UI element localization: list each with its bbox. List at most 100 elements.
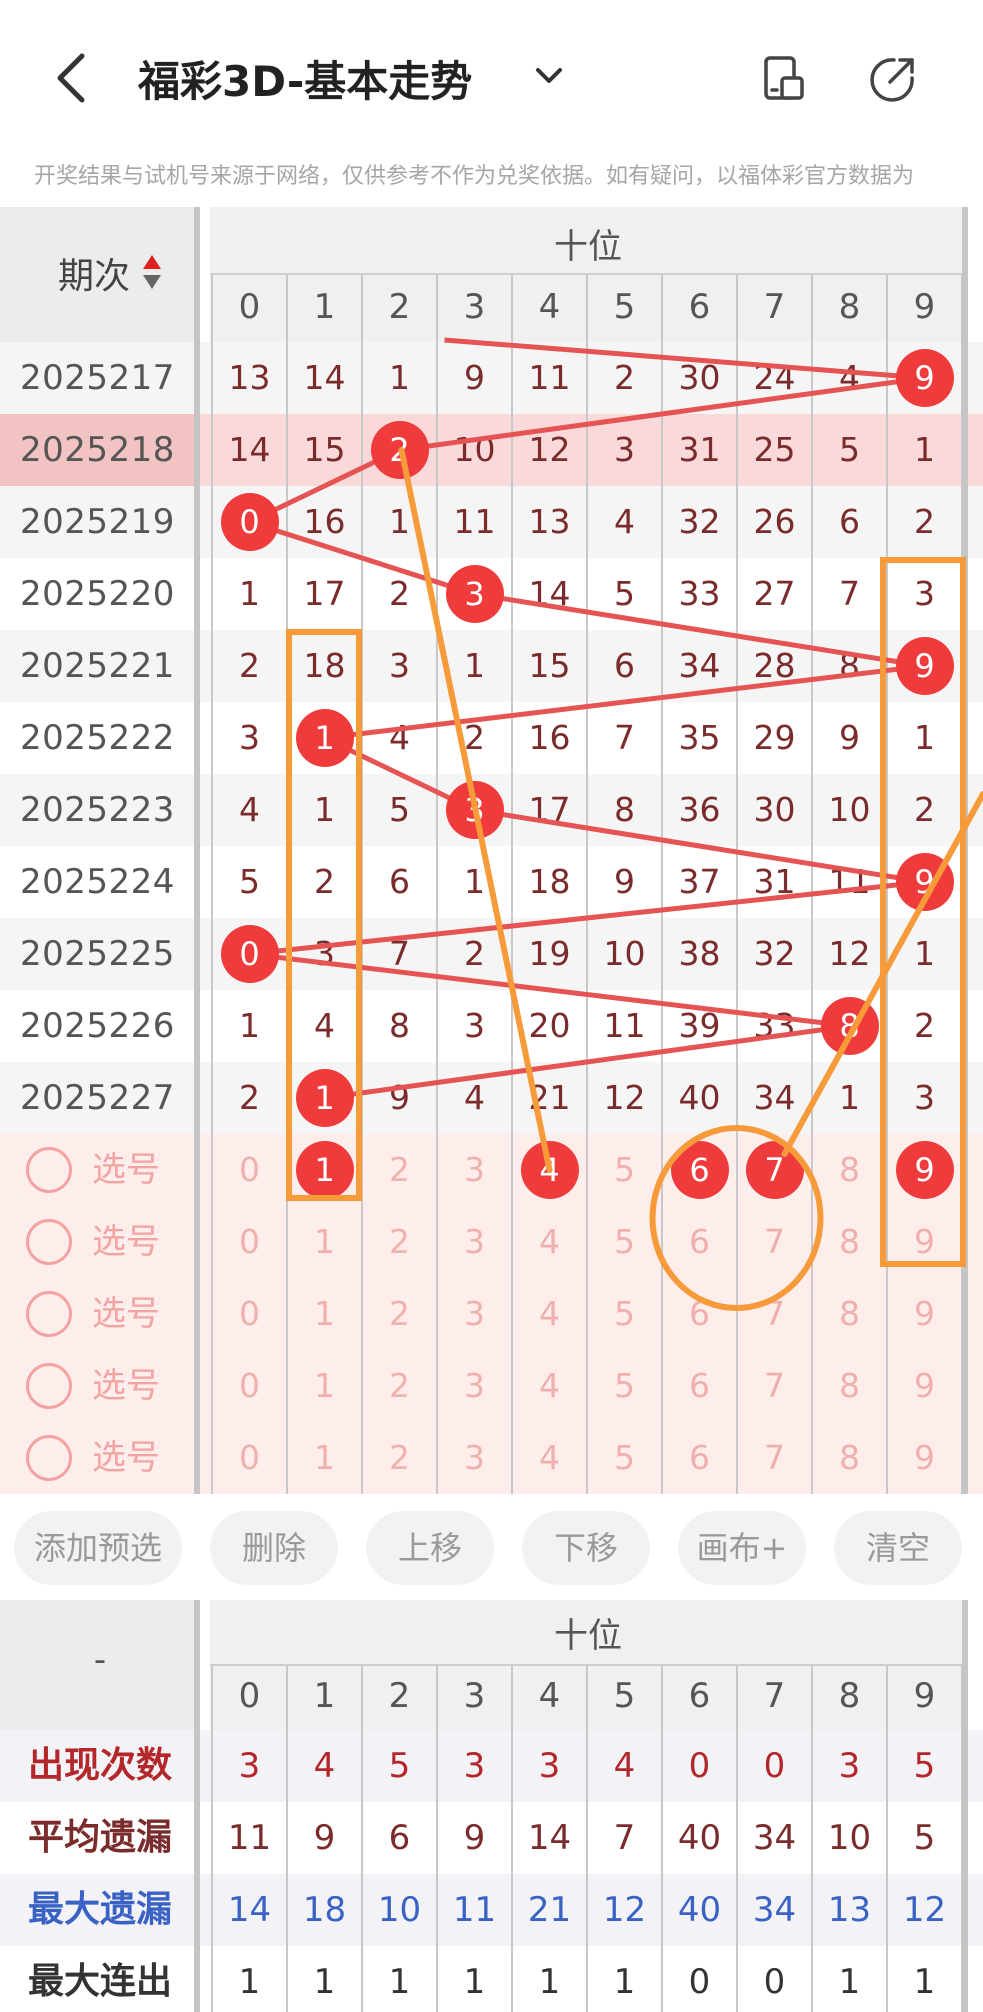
pick-cell[interactable]: 3 bbox=[437, 1206, 512, 1278]
select-circle-icon[interactable] bbox=[26, 1363, 72, 1409]
pick-cell[interactable]: 8 bbox=[812, 1350, 887, 1422]
pick-cell[interactable]: 5 bbox=[587, 1278, 662, 1350]
pick-label[interactable]: 选号 bbox=[92, 1278, 160, 1350]
selected-ball[interactable]: 1 bbox=[295, 1141, 354, 1199]
button-5[interactable]: 画布+ bbox=[678, 1511, 806, 1585]
selected-ball[interactable]: 4 bbox=[520, 1141, 579, 1199]
button-2[interactable]: 删除 bbox=[210, 1511, 338, 1585]
pick-label[interactable]: 选号 bbox=[92, 1422, 160, 1494]
stats-cell: 1 bbox=[913, 1962, 936, 2002]
trend-cell: 2 bbox=[389, 574, 410, 613]
pick-cell[interactable]: 5 bbox=[587, 1206, 662, 1278]
pick-cell[interactable]: 8 bbox=[812, 1206, 887, 1278]
hit-ball: 2 bbox=[370, 421, 429, 479]
stats-row: 最大遗漏 14 18 10 11 21 12 40 34 13 12 bbox=[0, 1874, 983, 1946]
stats-cell: 21 bbox=[527, 1890, 572, 1930]
pick-cell[interactable]: 6 bbox=[662, 1206, 737, 1278]
button-4[interactable]: 下移 bbox=[522, 1511, 650, 1585]
chevron-down-icon[interactable] bbox=[532, 60, 566, 90]
button-1[interactable]: 添加预选 bbox=[14, 1511, 182, 1585]
pick-cell[interactable]: 9 bbox=[887, 1422, 962, 1494]
pick-cell[interactable]: 2 bbox=[362, 1278, 437, 1350]
chevron-left-icon[interactable] bbox=[50, 50, 100, 106]
pick-cell[interactable]: 0 bbox=[212, 1422, 287, 1494]
pick-cell[interactable]: 0 bbox=[212, 1350, 287, 1422]
pick-cell[interactable]: 2 bbox=[362, 1206, 437, 1278]
column-header-5: 5 bbox=[613, 287, 636, 327]
stats-cell: 12 bbox=[602, 1890, 647, 1930]
pick-label[interactable]: 选号 bbox=[92, 1206, 160, 1278]
stats-cell: 1 bbox=[538, 1962, 561, 2002]
pick-cell[interactable]: 4 bbox=[512, 1350, 587, 1422]
selected-ball[interactable]: 7 bbox=[745, 1141, 804, 1199]
page-title[interactable]: 福彩3D-基本走势 bbox=[138, 48, 472, 109]
stats-cell: 5 bbox=[913, 1818, 936, 1858]
stats-column-header-0: 0 bbox=[238, 1676, 261, 1716]
pick-cell[interactable]: 2 bbox=[362, 1422, 437, 1494]
pick-cell[interactable]: 6 bbox=[662, 1278, 737, 1350]
pick-cell[interactable]: 9 bbox=[887, 1350, 962, 1422]
pick-cell[interactable]: 1 bbox=[287, 1206, 362, 1278]
trend-cell: 7 bbox=[614, 718, 635, 757]
stats-cell: 1 bbox=[238, 1962, 261, 2002]
trend-cell: 7 bbox=[839, 574, 860, 613]
trend-cell: 5 bbox=[389, 790, 410, 829]
stats-cell: 0 bbox=[763, 1962, 786, 2002]
column-header-3: 3 bbox=[463, 287, 486, 327]
select-circle-icon[interactable] bbox=[26, 1291, 72, 1337]
stats-column-divider bbox=[586, 1666, 588, 2012]
trend-cell: 17 bbox=[303, 574, 346, 613]
trend-cell: 15 bbox=[303, 430, 346, 469]
stats-cell: 13 bbox=[827, 1890, 872, 1930]
pick-cell[interactable]: 2 bbox=[362, 1350, 437, 1422]
layout-icon[interactable] bbox=[760, 54, 808, 102]
period-number: 2025218 bbox=[20, 430, 175, 470]
pick-cell[interactable]: 4 bbox=[512, 1278, 587, 1350]
pick-cell[interactable]: 0 bbox=[212, 1134, 287, 1206]
button-6[interactable]: 清空 bbox=[834, 1511, 962, 1585]
pick-cell[interactable]: 1 bbox=[287, 1278, 362, 1350]
share-icon[interactable] bbox=[868, 54, 918, 104]
pick-cell[interactable]: 7 bbox=[737, 1350, 812, 1422]
pick-cell[interactable]: 5 bbox=[587, 1350, 662, 1422]
trend-cell: 1 bbox=[464, 862, 485, 901]
select-circle-icon[interactable] bbox=[26, 1435, 72, 1481]
pick-cell[interactable]: 8 bbox=[812, 1422, 887, 1494]
pick-cell[interactable]: 2 bbox=[362, 1134, 437, 1206]
pick-cell[interactable]: 5 bbox=[587, 1134, 662, 1206]
period-number: 2025221 bbox=[20, 646, 175, 686]
pick-cell[interactable]: 1 bbox=[287, 1350, 362, 1422]
pick-cell[interactable]: 7 bbox=[737, 1206, 812, 1278]
pick-cell[interactable]: 9 bbox=[887, 1206, 962, 1278]
select-circle-icon[interactable] bbox=[26, 1147, 72, 1193]
pick-label[interactable]: 选号 bbox=[92, 1134, 160, 1206]
pick-cell[interactable]: 3 bbox=[437, 1422, 512, 1494]
sort-icon[interactable] bbox=[142, 253, 162, 291]
pick-cell[interactable]: 7 bbox=[737, 1278, 812, 1350]
pick-label[interactable]: 选号 bbox=[92, 1350, 160, 1422]
selected-ball[interactable]: 9 bbox=[895, 1141, 954, 1199]
selected-ball[interactable]: 6 bbox=[670, 1141, 729, 1199]
pick-cell[interactable]: 6 bbox=[662, 1350, 737, 1422]
period-header[interactable]: 期次 bbox=[0, 207, 200, 342]
trend-cell: 3 bbox=[464, 1006, 485, 1045]
pick-cell[interactable]: 9 bbox=[887, 1278, 962, 1350]
trend-cell: 6 bbox=[839, 502, 860, 541]
stats-cell: 10 bbox=[827, 1818, 872, 1858]
pick-cell[interactable]: 8 bbox=[812, 1278, 887, 1350]
pick-cell[interactable]: 0 bbox=[212, 1278, 287, 1350]
pick-cell[interactable]: 1 bbox=[287, 1422, 362, 1494]
pick-cell[interactable]: 3 bbox=[437, 1278, 512, 1350]
select-circle-icon[interactable] bbox=[26, 1219, 72, 1265]
pick-cell[interactable]: 3 bbox=[437, 1134, 512, 1206]
stats-cell: 40 bbox=[677, 1818, 722, 1858]
pick-cell[interactable]: 0 bbox=[212, 1206, 287, 1278]
pick-cell[interactable]: 4 bbox=[512, 1206, 587, 1278]
button-3[interactable]: 上移 bbox=[366, 1511, 494, 1585]
pick-cell[interactable]: 7 bbox=[737, 1422, 812, 1494]
pick-cell[interactable]: 6 bbox=[662, 1422, 737, 1494]
pick-cell[interactable]: 5 bbox=[587, 1422, 662, 1494]
pick-cell[interactable]: 4 bbox=[512, 1422, 587, 1494]
pick-cell[interactable]: 3 bbox=[437, 1350, 512, 1422]
pick-cell[interactable]: 8 bbox=[812, 1134, 887, 1206]
